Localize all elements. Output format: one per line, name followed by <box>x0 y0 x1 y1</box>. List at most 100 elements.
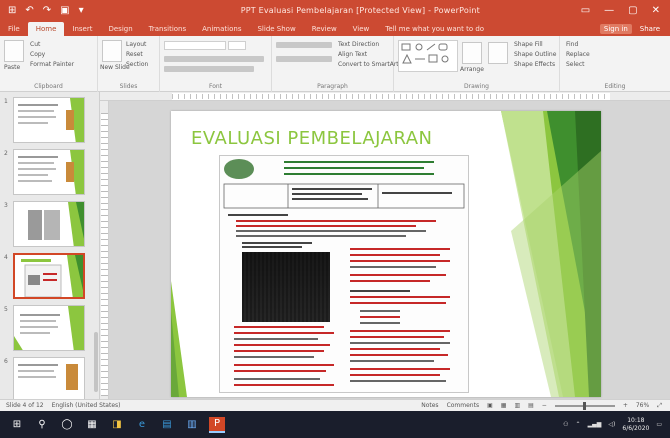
slide-number: 3 <box>4 202 8 209</box>
slide-thumbnail-4[interactable]: 4 <box>0 252 96 302</box>
slide-sorter-icon[interactable]: ▦ <box>501 402 507 409</box>
tab-transitions[interactable]: Transitions <box>141 22 195 36</box>
powerpoint-taskbar-icon[interactable]: P <box>209 416 225 433</box>
slide-thumbnail-1[interactable]: 1 <box>0 96 96 146</box>
file-explorer-icon[interactable]: ◨ <box>109 417 125 433</box>
slideshow-icon[interactable]: ▤ <box>528 402 534 409</box>
shape-effects-button[interactable]: Shape Effects <box>514 61 555 68</box>
align-icons[interactable] <box>276 56 332 62</box>
font-format-icons[interactable] <box>164 56 264 62</box>
tab-insert[interactable]: Insert <box>64 22 100 36</box>
shape-fill-button[interactable]: Shape Fill <box>514 41 543 48</box>
shape-outline-button[interactable]: Shape Outline <box>514 51 556 58</box>
shapes-gallery[interactable] <box>398 40 458 72</box>
slide-thumbnail-6[interactable]: 6 <box>0 356 96 399</box>
status-left: Slide 4 of 12 English (United States) <box>0 402 121 409</box>
list-icons[interactable] <box>276 42 332 48</box>
slide-thumbnail-pane[interactable]: 1 2 3 4 5 6 <box>0 92 100 399</box>
close-button[interactable]: ✕ <box>652 5 660 16</box>
system-tray: ⚇ ⌃ ▂▄▆ ◁) 10:18 6/6/2020 ▭ <box>563 417 670 433</box>
present-icon[interactable]: ▣ <box>60 5 69 16</box>
share-button[interactable]: Share <box>640 25 660 33</box>
zoom-thumb[interactable] <box>582 401 586 410</box>
language-indicator[interactable]: English (United States) <box>52 402 121 409</box>
customize-qat-icon[interactable]: ▾ <box>79 5 84 16</box>
start-icon[interactable]: ⊞ <box>9 417 25 433</box>
edge-icon[interactable]: e <box>134 417 150 433</box>
font-group: Font <box>160 36 272 92</box>
format-painter-button[interactable]: Format Painter <box>30 61 74 68</box>
slide-thumbnail-3[interactable]: 3 <box>0 200 96 250</box>
ruler-ticks <box>172 94 610 99</box>
font-effects-icons[interactable] <box>164 66 254 72</box>
find-button[interactable]: Find <box>566 41 578 48</box>
tell-me-search[interactable]: Tell me what you want to do <box>377 22 492 36</box>
status-bar: Slide 4 of 12 English (United States) No… <box>0 399 670 411</box>
arrange-label: Arrange <box>460 66 484 73</box>
slide-editing-area[interactable]: EVALUASI PEMBELAJARAN <box>109 101 670 399</box>
notes-button[interactable]: Notes <box>421 402 438 409</box>
slide-thumbnail-2[interactable]: 2 <box>0 148 96 198</box>
comments-button[interactable]: Comments <box>447 402 480 409</box>
section-button[interactable]: Section <box>126 61 148 68</box>
clock-date: 6/6/2020 <box>622 424 650 432</box>
tab-view[interactable]: View <box>345 22 378 36</box>
reading-view-icon[interactable]: ▥ <box>514 402 520 409</box>
clock[interactable]: 10:18 6/6/2020 <box>622 417 649 433</box>
tab-home[interactable]: Home <box>27 22 65 36</box>
window-title: PPT Evaluasi Pembelajaran [Protected Vie… <box>240 5 480 15</box>
normal-view-icon[interactable]: ▣ <box>487 402 493 409</box>
zoom-out-icon[interactable]: − <box>542 402 547 409</box>
thumbnail-scrollbar[interactable] <box>94 332 98 392</box>
people-icon[interactable]: ⚇ <box>563 421 568 428</box>
fit-slide-icon[interactable]: ⤢ <box>657 402 662 410</box>
redo-icon[interactable]: ↷ <box>43 5 51 16</box>
save-icon[interactable]: ⊞ <box>8 5 16 16</box>
layout-button[interactable]: Layout <box>126 41 146 48</box>
volume-icon[interactable]: ◁) <box>608 421 615 428</box>
zoom-level[interactable]: 76% <box>636 402 649 409</box>
replace-button[interactable]: Replace <box>566 51 590 58</box>
font-name-combo[interactable] <box>164 41 226 50</box>
store-bag-icon[interactable]: ▤ <box>159 417 175 433</box>
zoom-slider[interactable] <box>554 401 615 410</box>
ribbon-display-icon[interactable]: ▭ <box>581 5 590 16</box>
copy-button[interactable]: Copy <box>30 51 45 58</box>
paste-button[interactable] <box>4 40 24 62</box>
notifications-icon[interactable]: ▭ <box>656 421 662 428</box>
zoom-in-icon[interactable]: + <box>623 402 628 409</box>
tab-design[interactable]: Design <box>100 22 140 36</box>
up-arrow-icon[interactable]: ⌃ <box>576 421 581 428</box>
current-slide[interactable]: EVALUASI PEMBELAJARAN <box>171 111 601 397</box>
search-icon[interactable]: ⚲ <box>34 417 50 433</box>
text-direction-button[interactable]: Text Direction <box>338 41 379 48</box>
network-icon[interactable]: ▂▄▆ <box>588 421 602 428</box>
tab-animations[interactable]: Animations <box>194 22 249 36</box>
undo-icon[interactable]: ↶ <box>25 5 33 16</box>
cortana-icon[interactable]: ◯ <box>59 417 75 433</box>
slide-title[interactable]: EVALUASI PEMBELAJARAN <box>191 128 433 149</box>
reset-button[interactable]: Reset <box>126 51 143 58</box>
clipboard-label: Clipboard <box>34 83 63 90</box>
minimize-button[interactable]: — <box>604 5 614 16</box>
slide-number: 1 <box>4 98 8 105</box>
arrange-button[interactable] <box>462 42 482 64</box>
font-size-combo[interactable] <box>228 41 246 50</box>
drawing-label: Drawing <box>464 83 489 90</box>
tab-file[interactable]: File <box>0 22 28 36</box>
quick-styles-button[interactable] <box>488 42 508 64</box>
store-icon[interactable]: ▦ <box>84 417 100 433</box>
tab-slide-show[interactable]: Slide Show <box>249 22 303 36</box>
tab-review[interactable]: Review <box>304 22 345 36</box>
slide-thumbnail-5[interactable]: 5 <box>0 304 96 354</box>
new-slide-button[interactable] <box>102 40 122 62</box>
maximize-button[interactable]: ▢ <box>628 5 637 16</box>
slide-3-preview-art <box>28 202 84 246</box>
align-text-button[interactable]: Align Text <box>338 51 367 58</box>
smartart-button[interactable]: Convert to SmartArt <box>338 61 399 68</box>
embedded-document-image[interactable] <box>219 155 469 393</box>
sign-in-button[interactable]: Sign in <box>599 24 632 34</box>
cut-button[interactable]: Cut <box>30 41 40 48</box>
photos-icon[interactable]: ▥ <box>184 417 200 433</box>
select-button[interactable]: Select <box>566 61 585 68</box>
